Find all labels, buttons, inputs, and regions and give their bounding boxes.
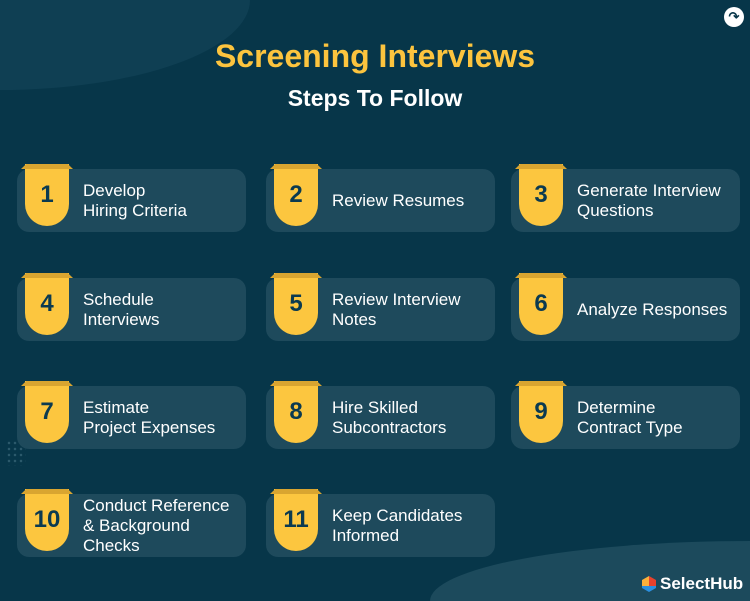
share-arrow-icon[interactable]: ↷ [724,7,744,27]
step-number-badge: 6 [519,273,563,335]
step-label: Schedule Interviews [83,289,160,329]
step-number-badge: 1 [25,164,69,226]
selecthub-logo: SelectHub [642,574,743,594]
step-card: 1 Develop Hiring Criteria [17,164,246,232]
step-card: 3 Generate Interview Questions [511,164,740,232]
step-label: Generate Interview Questions [577,180,721,220]
step-number-badge: 9 [519,381,563,443]
step-label: Conduct Reference & Background Checks [83,495,230,555]
step-card: 8 Hire Skilled Subcontractors [266,381,495,449]
step-number-badge: 11 [274,489,318,551]
step-card: 5 Review Interview Notes [266,273,495,341]
step-number-badge: 10 [25,489,69,551]
step-number-badge: 5 [274,273,318,335]
step-label: Determine Contract Type [577,397,683,437]
step-card: 2 Review Resumes [266,164,495,232]
step-label: Review Resumes [332,190,465,210]
step-card: 10 Conduct Reference & Background Checks [17,489,246,557]
logo-cube-icon [642,576,656,592]
page-subtitle: Steps To Follow [287,85,463,111]
step-card: 4 Schedule Interviews [17,273,246,341]
step-label: Develop Hiring Criteria [83,180,187,220]
step-number-badge: 4 [25,273,69,335]
page-title: Screening Interviews [214,38,536,74]
logo-text: SelectHub [660,574,744,593]
step-number-badge: 3 [519,164,563,226]
step-number-badge: 2 [274,164,318,226]
step-label: Estimate Project Expenses [83,397,216,437]
step-card: 9 Determine Contract Type [511,381,740,449]
step-number-badge: 8 [274,381,318,443]
step-card: 7 Estimate Project Expenses [17,381,246,449]
step-label: Keep Candidates Informed [332,505,463,545]
step-card: 11 Keep Candidates Informed [266,489,495,557]
step-number-badge: 7 [25,381,69,443]
step-label: Review Interview Notes [332,289,461,329]
step-card: 6 Analyze Responses [511,273,740,341]
step-label: Analyze Responses [577,299,728,319]
step-label: Hire Skilled Subcontractors [332,397,447,437]
